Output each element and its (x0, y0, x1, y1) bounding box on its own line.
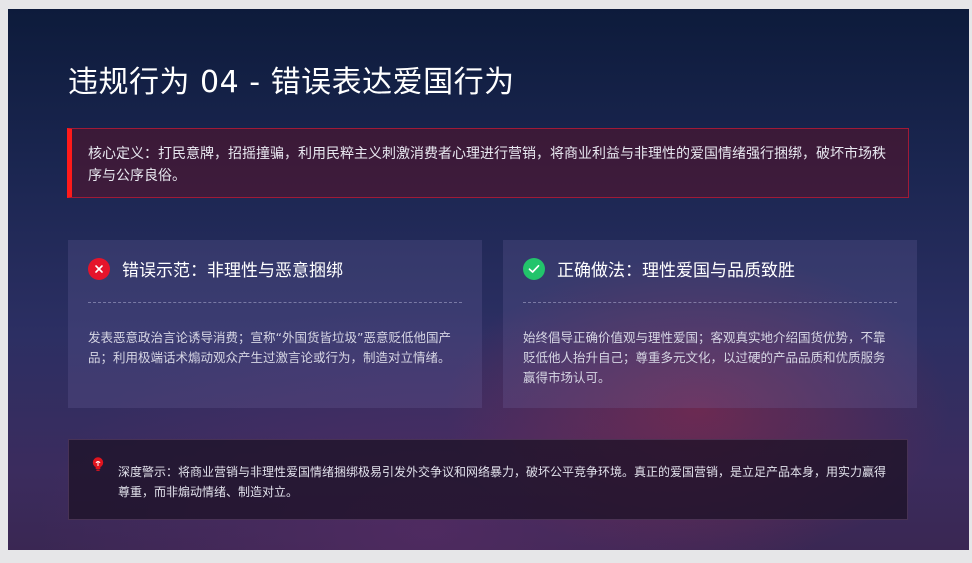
right-card-title: 正确做法：理性爱国与品质致胜 (557, 261, 795, 281)
wrong-card-title: 错误示范：非理性与恶意捆绑 (122, 261, 343, 281)
right-card-body: 始终倡导正确价值观与理性爱国；客观真实地介绍国货优势，不靠贬低他人抬升自己；尊重… (523, 330, 886, 385)
wrong-example-card: 错误示范：非理性与恶意捆绑 发表恶意政治言论诱导消费；宣称“外国货皆垃圾”恶意贬… (68, 240, 482, 408)
definition-box: 核心定义：打民意牌，招摇撞骗，利用民粹主义刺激消费者心理进行营销，将商业利益与非… (67, 128, 909, 198)
bulb-icon (92, 457, 104, 471)
slide: 违规行为 04 - 错误表达爱国行为 核心定义：打民意牌，招摇撞骗，利用民粹主义… (8, 9, 969, 550)
check-circle-icon (523, 257, 545, 280)
right-card-divider (523, 302, 897, 303)
wrong-card-body: 发表恶意政治言论诱导消费；宣称“外国货皆垃圾”恶意贬低他国产品；利用极端话术煽动… (88, 330, 451, 365)
slide-title: 违规行为 04 - 错误表达爱国行为 (68, 65, 515, 100)
wrong-card-divider (88, 302, 462, 303)
wrong-card-header: 错误示范：非理性与恶意捆绑 (88, 256, 343, 281)
x-circle-icon (88, 257, 110, 280)
right-practice-card: 正确做法：理性爱国与品质致胜 始终倡导正确价值观与理性爱国；客观真实地介绍国货优… (503, 240, 917, 408)
definition-text: 核心定义：打民意牌，招摇撞骗，利用民粹主义刺激消费者心理进行营销，将商业利益与非… (88, 146, 886, 184)
right-card-header: 正确做法：理性爱国与品质致胜 (523, 256, 795, 281)
warning-box: 深度警示：将商业营销与非理性爱国情绪捆绑极易引发外交争议和网络暴力，破坏公平竞争… (68, 439, 908, 520)
warning-text: 深度警示：将商业营销与非理性爱国情绪捆绑极易引发外交争议和网络暴力，破坏公平竞争… (118, 465, 887, 499)
